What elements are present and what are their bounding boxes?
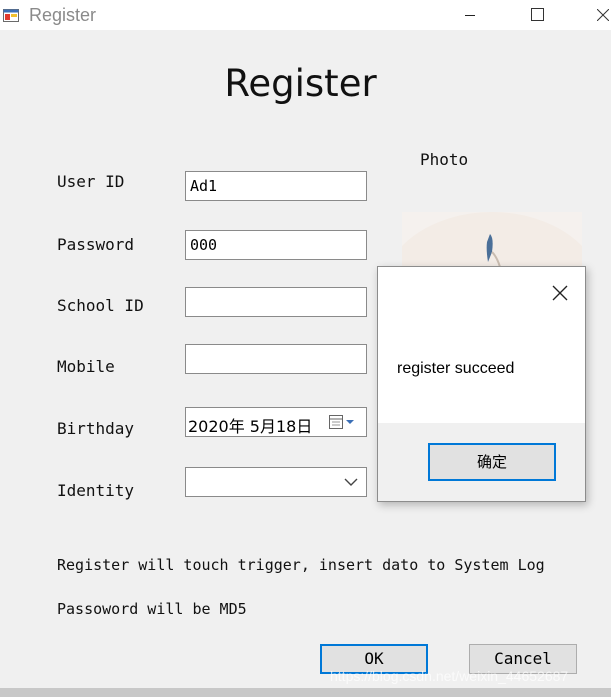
birthday-label: Birthday xyxy=(57,419,135,438)
identity-select[interactable] xyxy=(185,467,367,497)
close-button[interactable] xyxy=(578,0,611,30)
password-input[interactable]: 000 xyxy=(185,230,367,260)
photo-image xyxy=(402,212,582,272)
bottom-strip xyxy=(0,688,611,697)
watermark: https://blog.csdn.net/weixin_44652687 xyxy=(330,668,569,684)
photo-label: Photo xyxy=(420,150,469,169)
school-id-label: School ID xyxy=(57,296,144,315)
trigger-note: Register will touch trigger, insert dato… xyxy=(57,556,545,574)
message-box-body: register succeed xyxy=(378,267,585,423)
close-icon xyxy=(597,9,609,21)
title-bar: Register xyxy=(0,0,611,30)
message-text: register succeed xyxy=(397,360,515,377)
page-title: Register xyxy=(224,62,377,105)
school-id-input[interactable] xyxy=(185,287,367,317)
identity-label: Identity xyxy=(57,481,135,500)
md5-note: Passoword will be MD5 xyxy=(57,600,247,618)
calendar-dropdown-icon[interactable] xyxy=(328,412,364,432)
user-id-input[interactable]: Ad1 xyxy=(185,171,367,201)
birthday-date-picker[interactable]: 2020年 5月18日 xyxy=(185,407,367,437)
birthday-value: 2020年 5月18日 xyxy=(188,417,313,436)
user-id-label: User ID xyxy=(57,172,125,191)
minimize-button[interactable] xyxy=(446,0,492,30)
chevron-down-icon xyxy=(344,478,358,486)
maximize-button[interactable] xyxy=(514,0,560,30)
window-title: Register xyxy=(29,5,97,25)
message-ok-button[interactable]: 确定 xyxy=(428,443,556,481)
mobile-input[interactable] xyxy=(185,344,367,374)
password-label: Password xyxy=(57,235,135,254)
close-icon[interactable] xyxy=(550,283,570,303)
app-form-icon xyxy=(3,9,19,22)
message-box: register succeed 确定 xyxy=(377,266,586,502)
mobile-label: Mobile xyxy=(57,357,115,376)
photo-preview[interactable] xyxy=(402,212,582,272)
